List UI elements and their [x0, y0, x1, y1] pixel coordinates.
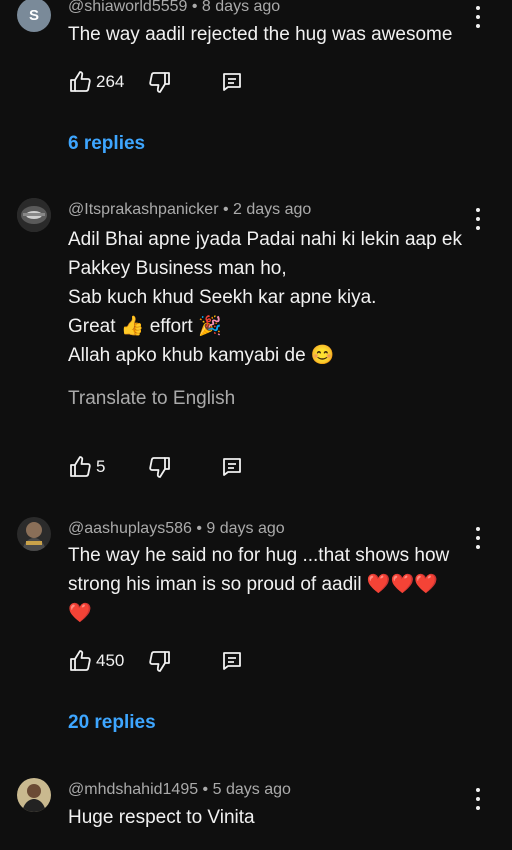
view-replies-button[interactable]: 6 replies: [68, 133, 145, 155]
dislike-button[interactable]: [148, 455, 172, 479]
reply-button[interactable]: [220, 70, 244, 94]
comment-icon: [223, 73, 241, 91]
like-count: 450: [96, 651, 125, 670]
comment-line: strong his iman is so proud of aadil ❤️❤…: [68, 574, 438, 595]
comment-line: The way aadil rejected the hug was aweso…: [68, 24, 453, 45]
thumb-down-icon: [149, 457, 170, 478]
comment-text: Huge respect to Vinita: [68, 803, 255, 832]
comment-icon: [223, 458, 241, 476]
comment-meta: @Itsprakashpanicker • 2 days ago: [68, 201, 312, 218]
like-button[interactable]: 5: [68, 455, 105, 479]
comment-text: Adil Bhai apne jyada Padai nahi ki lekin…: [68, 225, 462, 370]
thumb-down-icon: [149, 651, 170, 672]
comment-line: Adil Bhai apne jyada Padai nahi ki lekin…: [68, 229, 462, 250]
comment-time: 2 days ago: [233, 201, 312, 218]
reply-button[interactable]: [220, 455, 244, 479]
like-button[interactable]: 450: [68, 649, 124, 673]
avatar[interactable]: [17, 198, 51, 232]
author-name[interactable]: @Itsprakashpanicker: [68, 201, 219, 218]
comment-line: Pakkey Business man ho,: [68, 258, 287, 279]
comment-meta: @aashuplays586 • 9 days ago: [68, 520, 285, 537]
author-name[interactable]: @mhdshahid1495: [68, 781, 198, 798]
comment-text: The way he said no for hug ...that shows…: [68, 541, 449, 628]
like-count: 5: [96, 457, 106, 476]
author-name[interactable]: @shiaworld5559: [68, 0, 187, 15]
comment-icon: [223, 652, 241, 670]
comment-line: Sab kuch khud Seekh kar apne kiya.: [68, 287, 377, 308]
like-count: 264: [96, 72, 125, 91]
comment-line: Huge respect to Vinita: [68, 807, 255, 828]
comment-line: The way he said no for hug ...that shows…: [68, 545, 450, 566]
comment-time: 8 days ago: [201, 0, 281, 15]
thumb-down-icon: [149, 72, 170, 93]
thumb-up-icon: [70, 71, 91, 92]
comment-line: Great 👍 effort 🎉: [68, 316, 222, 337]
avatar[interactable]: [17, 778, 51, 812]
author-name[interactable]: @aashuplays586: [68, 520, 192, 537]
translate-button[interactable]: Translate to English: [68, 388, 235, 410]
thumb-up-icon: [70, 456, 91, 477]
dislike-button[interactable]: [148, 649, 172, 673]
dislike-button[interactable]: [148, 70, 172, 94]
thumb-up-icon: [70, 650, 91, 671]
comment-text: The way aadil rejected the hug was aweso…: [68, 20, 452, 49]
more-options-icon[interactable]: [468, 788, 488, 810]
comment-meta: @shiaworld5559 • 8 days ago: [68, 0, 281, 15]
more-options-icon[interactable]: [468, 208, 488, 230]
like-button[interactable]: 264: [68, 70, 124, 94]
avatar[interactable]: S: [17, 0, 51, 32]
comment-time: 5 days ago: [212, 781, 291, 798]
reply-button[interactable]: [220, 649, 244, 673]
more-options-icon[interactable]: [468, 527, 488, 549]
comment-line: ❤️: [68, 603, 92, 624]
comment-meta: @mhdshahid1495 • 5 days ago: [68, 781, 291, 798]
comment-time: 9 days ago: [206, 520, 285, 537]
comment-line: Allah apko khub kamyabi de 😊: [68, 345, 335, 366]
avatar[interactable]: [17, 517, 51, 551]
view-replies-button[interactable]: 20 replies: [68, 712, 156, 734]
more-options-icon[interactable]: [468, 6, 488, 28]
